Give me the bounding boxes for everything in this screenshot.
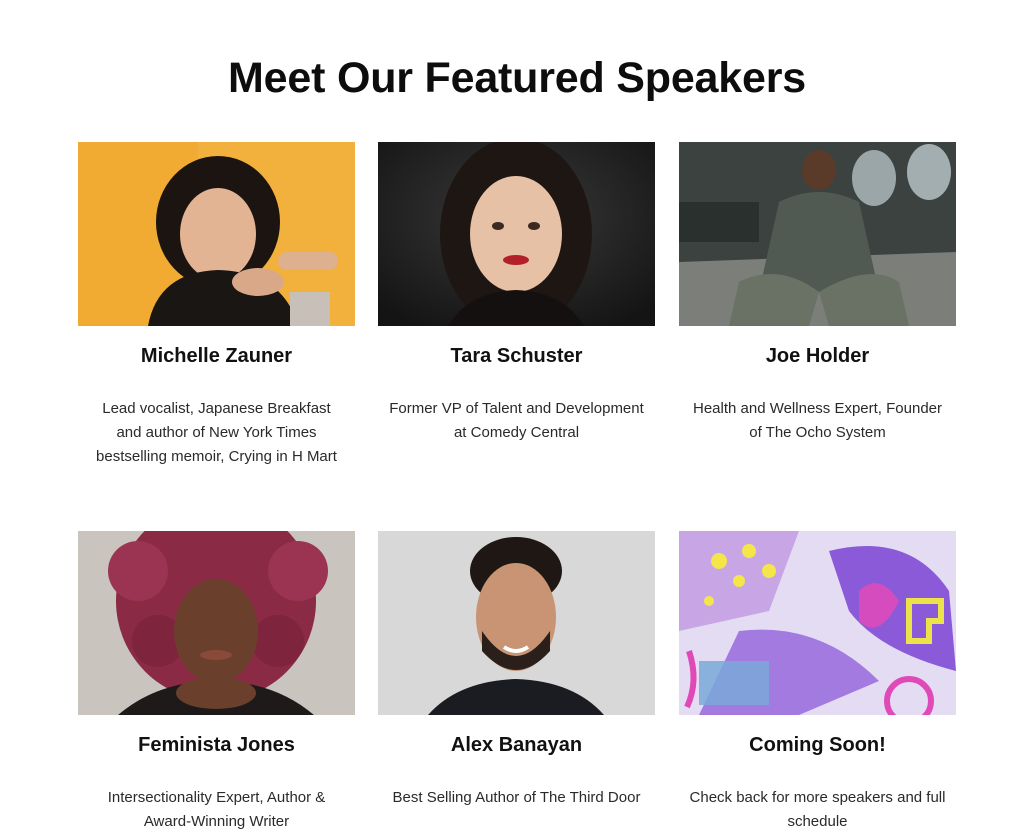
speaker-card: Joe Holder Health and Wellness Expert, F… xyxy=(679,142,956,441)
speaker-photo xyxy=(378,142,655,326)
coming-soon-artwork xyxy=(679,531,956,715)
speaker-description: Check back for more speakers and full sc… xyxy=(689,789,946,830)
speaker-description: Lead vocalist, Japanese Breakfast and au… xyxy=(96,400,337,465)
speaker-name: Alex Banayan xyxy=(450,734,583,756)
speaker-card: Feminista Jones Intersectionality Expert… xyxy=(78,531,355,830)
speaker-description: Health and Wellness Expert, Founder of T… xyxy=(692,400,943,441)
speaker-name: Michelle Zauner xyxy=(140,345,293,367)
speaker-photo xyxy=(378,531,655,715)
speaker-name: Coming Soon! xyxy=(749,734,886,756)
page-title: Meet Our Featured Speakers xyxy=(228,54,806,102)
speaker-card: Coming Soon! Check back for more speaker… xyxy=(679,531,956,830)
speaker-description: Intersectionality Expert, Author & Award… xyxy=(107,789,326,830)
speaker-card: Tara Schuster Former VP of Talent and De… xyxy=(378,142,655,441)
speaker-name: Feminista Jones xyxy=(138,734,295,756)
speaker-name: Tara Schuster xyxy=(450,345,583,367)
speaker-description: Former VP of Talent and Development at C… xyxy=(389,400,644,441)
speaker-photo xyxy=(78,142,355,326)
speaker-card: Alex Banayan Best Selling Author of The … xyxy=(378,531,655,806)
speaker-name: Joe Holder xyxy=(765,345,870,367)
speaker-description: Best Selling Author of The Third Door xyxy=(392,789,641,806)
speakers-page: Meet Our Featured Speakers Michelle Zaun… xyxy=(0,0,1024,839)
speaker-photo xyxy=(78,531,355,715)
speaker-card: Michelle Zauner Lead vocalist, Japanese … xyxy=(78,142,355,465)
speaker-photo xyxy=(679,142,956,326)
